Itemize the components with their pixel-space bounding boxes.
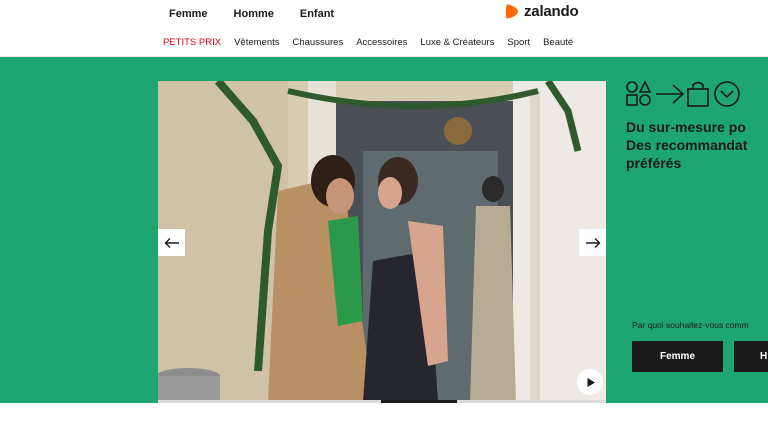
nav-vetements[interactable]: Vêtements	[234, 37, 279, 48]
headline-line-1: Du sur-mesure po	[626, 119, 746, 135]
feature-icons-row	[626, 80, 768, 108]
carousel-progress	[158, 400, 606, 403]
next-slide-button[interactable]	[579, 229, 606, 256]
gender-nav: Femme Homme Enfant	[169, 8, 360, 20]
nav-homme[interactable]: Homme	[234, 8, 274, 20]
headline-line-3: préférés	[626, 155, 682, 171]
logo-wordmark: zalando	[524, 3, 579, 20]
hero-image[interactable]	[158, 81, 606, 402]
nav-femme[interactable]: Femme	[169, 8, 208, 20]
nav-beaute[interactable]: Beauté	[543, 37, 573, 48]
prev-slide-button[interactable]	[158, 229, 185, 256]
nav-accessoires[interactable]: Accessoires	[356, 37, 407, 48]
shapes-icon	[626, 80, 652, 106]
choose-femme-button[interactable]: Femme	[632, 341, 723, 372]
shopping-bag-icon	[687, 81, 709, 107]
choose-homme-button[interactable]: H	[734, 341, 768, 372]
shopping-prompt: Par quoi souhaitez-vous comm	[632, 320, 749, 330]
banner-headline: Du sur-mesure po Des recommandat préféré…	[626, 118, 768, 172]
nav-petits-prix[interactable]: PETITS PRIX	[163, 37, 221, 48]
nav-luxe-createurs[interactable]: Luxe & Créateurs	[420, 37, 494, 48]
nav-sport[interactable]: Sport	[507, 37, 530, 48]
headline-line-2: Des recommandat	[626, 137, 748, 153]
play-icon	[587, 377, 595, 387]
site-header: Femme Homme Enfant zalando PETITS PRIX V…	[0, 0, 768, 57]
zalando-logo[interactable]: zalando	[505, 3, 579, 20]
nav-chaussures[interactable]: Chaussures	[293, 37, 344, 48]
zalando-logo-icon	[505, 4, 518, 19]
arrow-right-icon	[656, 84, 685, 104]
chevron-circle-icon	[714, 81, 740, 107]
category-nav: PETITS PRIX Vêtements Chaussures Accesso…	[163, 37, 586, 48]
play-video-button[interactable]	[577, 369, 603, 395]
hero-photo	[158, 81, 606, 402]
arrow-left-icon	[164, 237, 179, 248]
carousel-progress-fill	[381, 400, 457, 403]
arrow-right-icon	[585, 237, 600, 248]
nav-enfant[interactable]: Enfant	[300, 8, 334, 20]
